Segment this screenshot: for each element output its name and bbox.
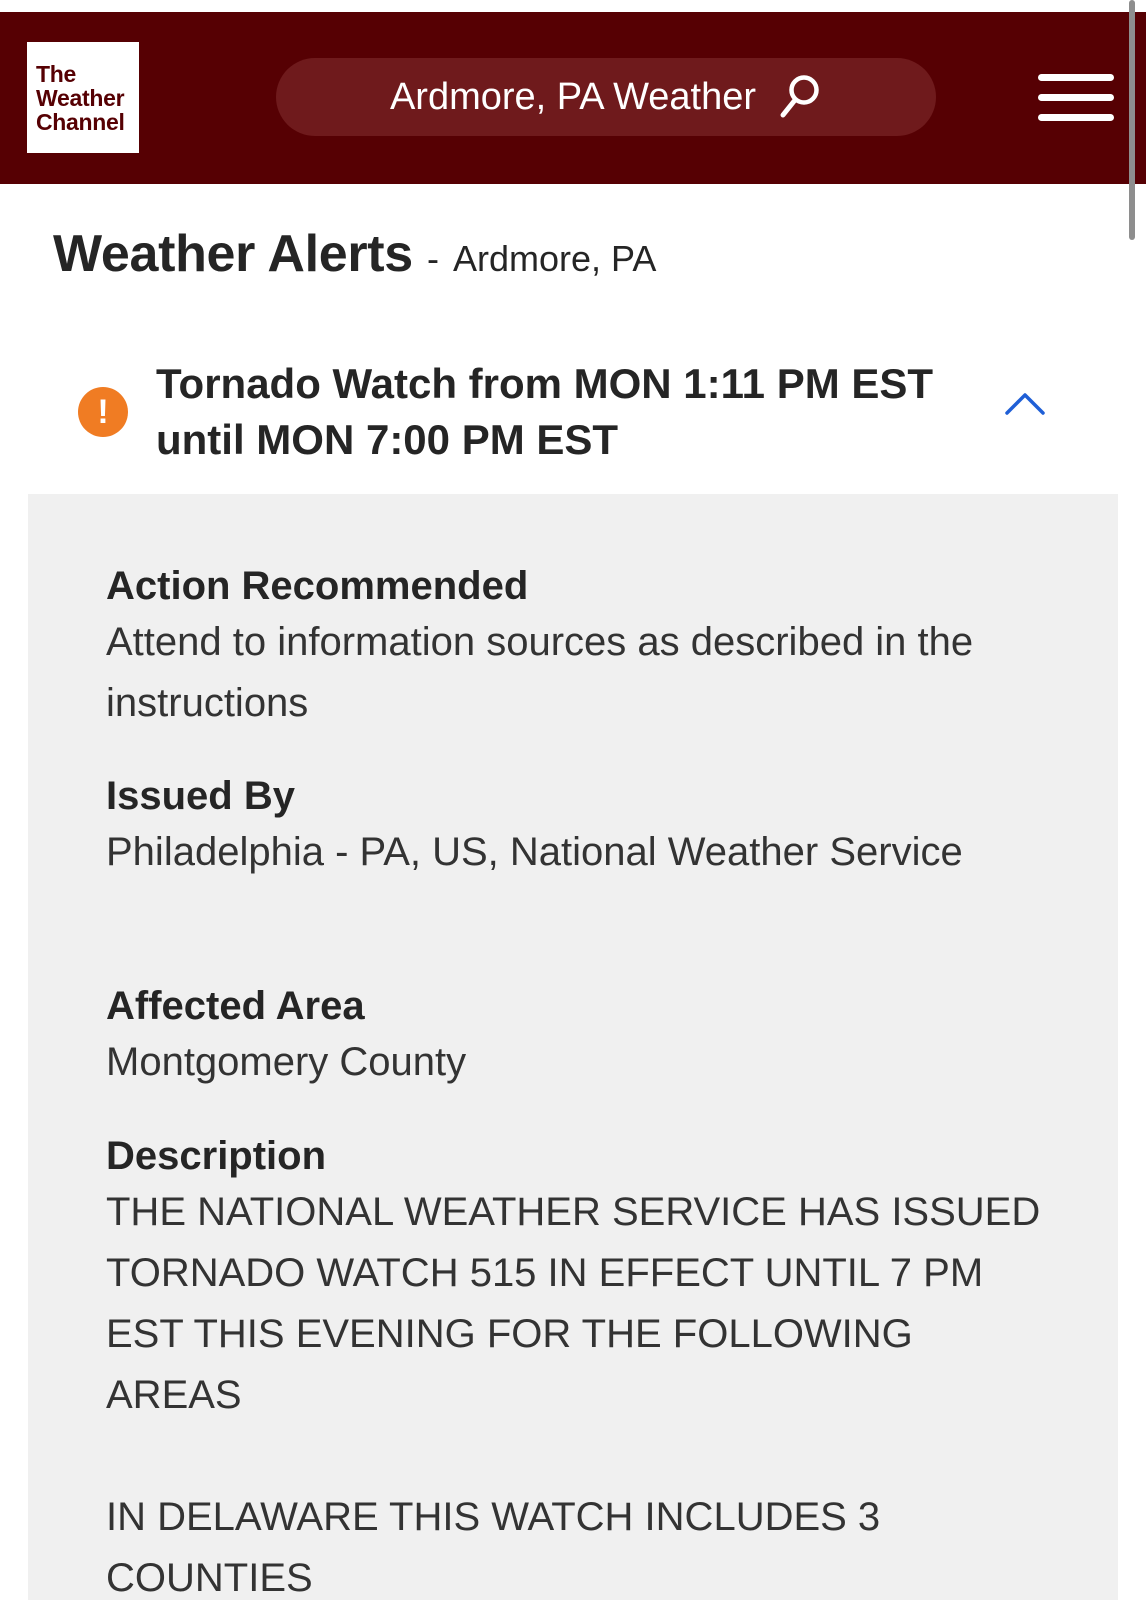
description-heading: Description [106,1134,327,1178]
logo-line-3: Channel [36,108,125,135]
logo-line-1: The [36,60,76,87]
alert-warning-icon: ! [78,387,128,437]
menu-bar-top [1038,74,1114,81]
area-heading: Affected Area [106,984,365,1028]
menu-bar-middle [1038,94,1114,101]
page-location: Ardmore, PA [452,238,657,279]
title-separator: - [426,238,439,279]
location-search-button[interactable]: Ardmore, PA Weather [276,58,936,136]
affected-area-section: Affected Area Montgomery County [106,980,1046,1093]
site-header: The Weather Channel Ardmore, PA Weather [0,12,1146,184]
description-text: THE NATIONAL WEATHER SERVICE HAS ISSUED … [106,1190,1041,1600]
hamburger-menu-icon[interactable] [1038,74,1114,122]
area-text: Montgomery County [106,1040,467,1084]
issued-heading: Issued By [106,774,295,818]
weather-channel-logo[interactable]: The Weather Channel [27,42,139,153]
search-icon [778,73,822,121]
alert-details-panel: Action Recommended Attend to information… [28,494,1118,1600]
search-label: Ardmore, PA Weather [389,75,757,118]
menu-bar-bottom [1038,114,1114,121]
chevron-up-icon[interactable] [1004,390,1046,421]
status-strip [0,0,1146,12]
alert-title: Tornado Watch from MON 1:11 PM EST until… [156,360,934,463]
description-section: Description THE NATIONAL WEATHER SERVICE… [106,1130,1046,1609]
alert-accordion-header[interactable]: ! Tornado Watch from MON 1:11 PM EST unt… [0,350,1146,480]
action-heading: Action Recommended [106,564,529,608]
issued-by-section: Issued By Philadelphia - PA, US, Nationa… [106,770,1046,883]
page-heading: Weather Alerts [53,225,413,283]
logo-line-2: Weather [36,84,125,111]
page-title: Weather Alerts - Ardmore, PA [53,224,656,284]
action-text: Attend to information sources as describ… [106,620,974,725]
page-scrollbar[interactable] [1129,0,1135,240]
action-recommended-section: Action Recommended Attend to information… [106,560,1046,734]
issued-text: Philadelphia - PA, US, National Weather … [106,830,963,874]
